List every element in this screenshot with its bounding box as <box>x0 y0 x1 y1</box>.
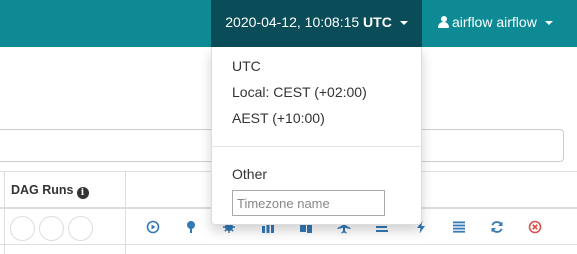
caret-down-icon <box>544 21 553 26</box>
dag-runs-header-label: DAG Runs <box>11 183 74 197</box>
dag-runs-header: DAG Runs i <box>11 183 89 199</box>
timezone-option-local[interactable]: Local: CEST (+02:00) <box>232 84 367 100</box>
current-timezone: UTC <box>363 14 392 30</box>
other-timezone-label: Other <box>232 166 268 182</box>
logs-icon[interactable] <box>452 220 466 234</box>
refresh-icon[interactable] <box>490 220 504 234</box>
timezone-option-utc[interactable]: UTC <box>232 58 261 74</box>
timezone-option-aest[interactable]: AEST (+10:00) <box>232 110 325 126</box>
dag-run-status-circle[interactable] <box>39 216 64 241</box>
user-menu-toggle[interactable]: airflow airflow <box>438 0 553 47</box>
timezone-dropdown-toggle[interactable]: 2020-04-12, 10:08:15 UTC <box>211 0 422 47</box>
timezone-name-input[interactable] <box>232 190 385 216</box>
delete-icon[interactable] <box>528 220 542 234</box>
trigger-dag-icon[interactable] <box>146 220 160 234</box>
timezone-dropdown-menu: UTC Local: CEST (+02:00) AEST (+10:00) O… <box>211 47 422 225</box>
caret-down-icon <box>399 21 408 26</box>
navbar: 2020-04-12, 10:08:15 UTC airflow airflow <box>0 0 577 47</box>
menu-divider <box>212 146 421 147</box>
user-name: airflow airflow <box>452 14 537 30</box>
user-icon <box>438 16 449 28</box>
current-datetime: 2020-04-12, 10:08:15 <box>225 14 360 30</box>
dag-run-status-circle[interactable] <box>68 216 93 241</box>
info-icon[interactable]: i <box>76 187 89 199</box>
tree-view-icon[interactable] <box>184 220 198 234</box>
dag-run-status-circle[interactable] <box>10 216 35 241</box>
